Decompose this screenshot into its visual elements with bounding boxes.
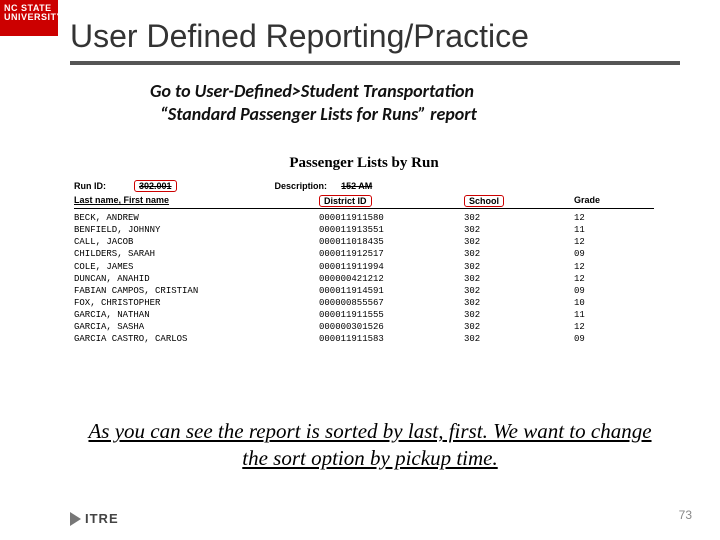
cell-id: 000000421212	[319, 273, 464, 285]
cell-id: 000011911583	[319, 333, 464, 345]
cell-school: 302	[464, 273, 574, 285]
instruction-line2: “Standard Passenger Lists for Runs” repo…	[150, 103, 640, 126]
cell-school: 302	[464, 212, 574, 224]
cell-grade: 09	[574, 333, 634, 345]
cell-grade: 12	[574, 261, 634, 273]
runid-value: 302.001	[134, 180, 177, 192]
cell-grade: 12	[574, 273, 634, 285]
report-heading: Passenger Lists by Run	[74, 155, 654, 172]
cell-school: 302	[464, 261, 574, 273]
cell-grade: 12	[574, 236, 634, 248]
cell-name: FABIAN CAMPOS, CRISTIAN	[74, 285, 319, 297]
cell-school: 302	[464, 248, 574, 260]
col-grade: Grade	[574, 195, 634, 207]
nc-state-logo: NC STATE UNIVERSITY	[0, 0, 58, 36]
cell-name: BECK, ANDREW	[74, 212, 319, 224]
table-row: GARCIA, SASHA00000030152630212	[74, 321, 654, 333]
report-rows: BECK, ANDREW00001191158030212BENFIELD, J…	[74, 212, 654, 346]
instruction-text: Go to User-Defined>Student Transportatio…	[150, 80, 640, 125]
cell-id: 000011912517	[319, 248, 464, 260]
desc-label: Description:	[275, 181, 328, 191]
cell-id: 000011911580	[319, 212, 464, 224]
table-row: CALL, JACOB00001101843530212	[74, 236, 654, 248]
cell-id: 000000855567	[319, 297, 464, 309]
cell-grade: 09	[574, 248, 634, 260]
instruction-line1: Go to User-Defined>Student Transportatio…	[150, 80, 640, 103]
cell-name: GARCIA, SASHA	[74, 321, 319, 333]
cell-school: 302	[464, 224, 574, 236]
cell-id: 000011018435	[319, 236, 464, 248]
table-row: COLE, JAMES00001191199430212	[74, 261, 654, 273]
cell-school: 302	[464, 333, 574, 345]
col-school: School	[464, 195, 504, 207]
cell-grade: 10	[574, 297, 634, 309]
table-row: BENFIELD, JOHNNY00001191355130211	[74, 224, 654, 236]
cell-grade: 12	[574, 212, 634, 224]
cell-school: 302	[464, 321, 574, 333]
report-meta-row: Run ID: 302.001 Description: 152 AM	[74, 180, 654, 192]
cell-school: 302	[464, 236, 574, 248]
caption-text: As you can see the report is sorted by l…	[80, 418, 660, 473]
table-row: GARCIA, NATHAN00001191155530211	[74, 309, 654, 321]
table-row: FABIAN CAMPOS, CRISTIAN00001191459130209	[74, 285, 654, 297]
cell-grade: 09	[574, 285, 634, 297]
cell-id: 000011913551	[319, 224, 464, 236]
col-id: District ID	[319, 195, 372, 207]
cell-id: 000011914591	[319, 285, 464, 297]
runid-label: Run ID:	[74, 181, 106, 191]
cell-id: 000011911555	[319, 309, 464, 321]
page-number: 73	[679, 508, 692, 522]
cell-name: GARCIA, NATHAN	[74, 309, 319, 321]
cell-name: GARCIA CASTRO, CARLOS	[74, 333, 319, 345]
report-header-row: Last name, First name District ID School…	[74, 195, 654, 209]
cell-name: CALL, JACOB	[74, 236, 319, 248]
desc-value: 152 AM	[341, 181, 372, 191]
cell-grade: 11	[574, 309, 634, 321]
table-row: CHILDERS, SARAH00001191251730209	[74, 248, 654, 260]
arrow-icon	[70, 512, 81, 526]
cell-id: 000000301526	[319, 321, 464, 333]
cell-grade: 11	[574, 224, 634, 236]
report-screenshot: Passenger Lists by Run Run ID: 302.001 D…	[74, 155, 654, 346]
table-row: GARCIA CASTRO, CARLOS00001191158330209	[74, 333, 654, 345]
col-name: Last name, First name	[74, 195, 319, 207]
cell-school: 302	[464, 297, 574, 309]
itre-text: ITRE	[85, 511, 119, 526]
slide-title: User Defined Reporting/Practice	[70, 18, 680, 65]
cell-grade: 12	[574, 321, 634, 333]
cell-name: FOX, CHRISTOPHER	[74, 297, 319, 309]
cell-school: 302	[464, 309, 574, 321]
table-row: BECK, ANDREW00001191158030212	[74, 212, 654, 224]
table-row: DUNCAN, ANAHID00000042121230212	[74, 273, 654, 285]
cell-name: CHILDERS, SARAH	[74, 248, 319, 260]
cell-name: COLE, JAMES	[74, 261, 319, 273]
itre-logo: ITRE	[70, 511, 119, 526]
cell-school: 302	[464, 285, 574, 297]
cell-name: DUNCAN, ANAHID	[74, 273, 319, 285]
logo-line2: UNIVERSITY	[4, 13, 54, 22]
cell-id: 000011911994	[319, 261, 464, 273]
table-row: FOX, CHRISTOPHER00000085556730210	[74, 297, 654, 309]
cell-name: BENFIELD, JOHNNY	[74, 224, 319, 236]
